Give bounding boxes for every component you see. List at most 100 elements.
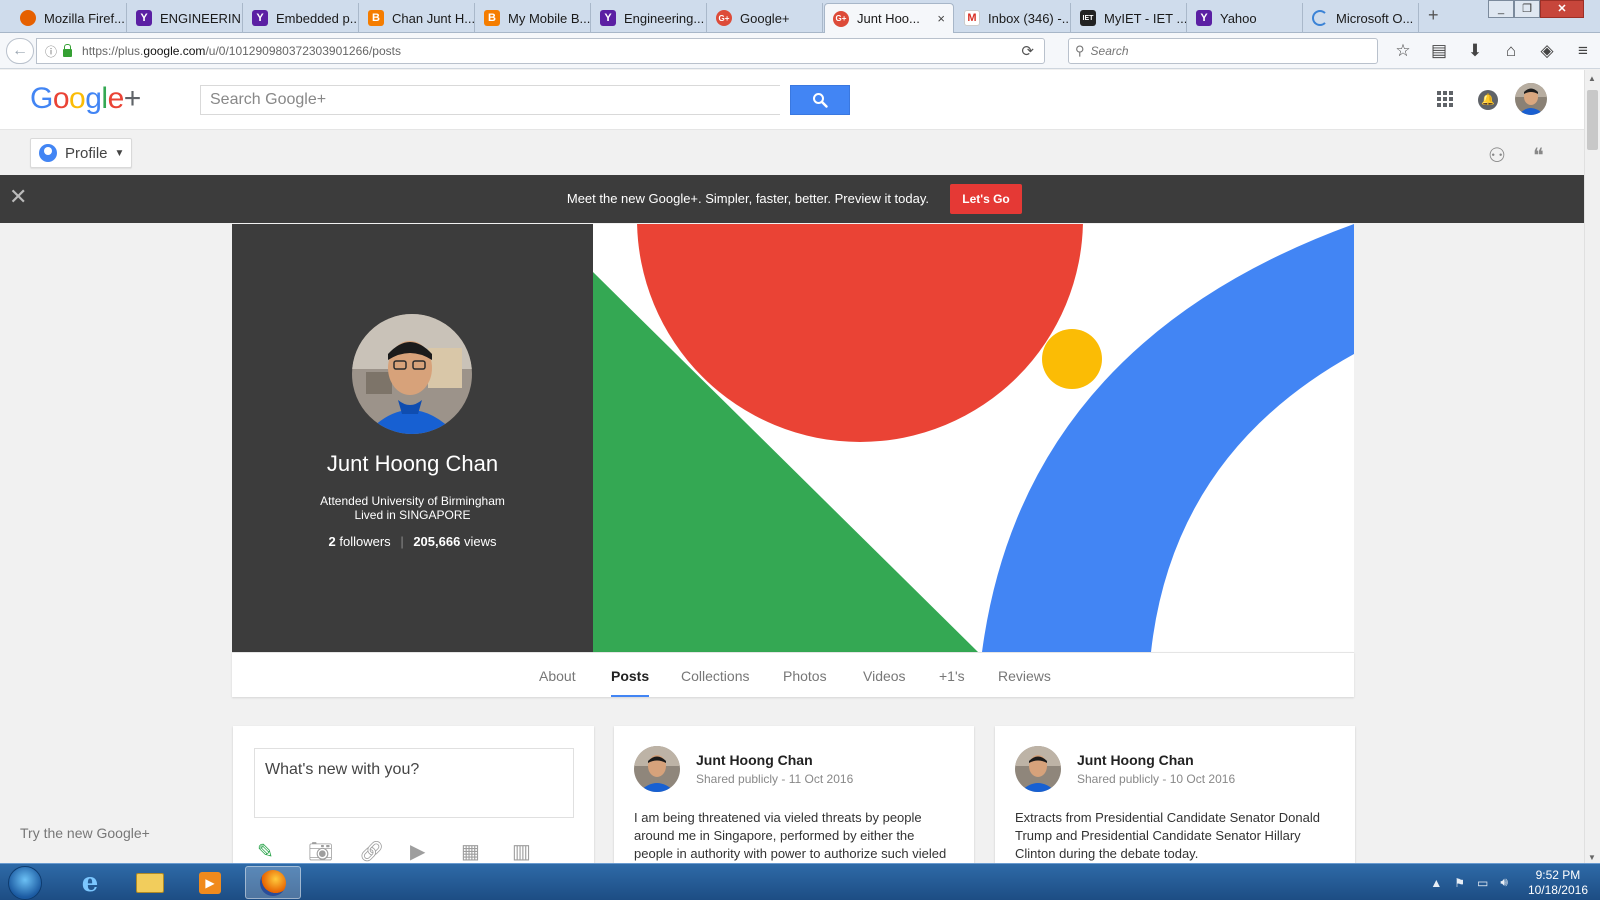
browser-tab[interactable]: Microsoft O... — [1304, 3, 1419, 33]
google-plus-logo[interactable]: Google+ — [30, 82, 141, 116]
profile-dropdown-button[interactable]: Profile ▼ — [30, 138, 132, 168]
poll-icon[interactable]: ▥ — [512, 839, 563, 864]
tab-posts[interactable]: Posts — [611, 668, 650, 697]
browser-tab-active[interactable]: G+ Junt Hoo... × — [824, 3, 954, 33]
download-icon[interactable]: ⬇ — [1457, 38, 1493, 64]
cover-yellow-dot — [1042, 329, 1102, 389]
post-date[interactable]: 11 Oct 2016 — [789, 772, 854, 786]
flag-icon[interactable]: ⚑ — [1454, 876, 1465, 890]
tab-label: Yahoo — [1220, 10, 1257, 26]
clock[interactable]: 9:52 PM 10/18/2016 — [1528, 868, 1588, 898]
iet-icon: IET — [1080, 10, 1096, 26]
gplus-search-box[interactable] — [200, 85, 780, 115]
internet-explorer-icon[interactable]: e — [62, 866, 118, 899]
browser-tab[interactable]: Mozilla Firef... — [12, 3, 127, 33]
info-icon[interactable]: ⓘ — [45, 43, 57, 60]
tab-collections[interactable]: Collections — [681, 668, 749, 684]
notifications-bell-icon[interactable]: 🔔 — [1478, 90, 1498, 110]
tab-plus-ones[interactable]: +1's — [939, 668, 965, 684]
profile-info-panel: Junt Hoong Chan Attended University of B… — [232, 224, 593, 652]
loading-icon — [1312, 10, 1328, 26]
url-host: google.com — [143, 44, 206, 58]
tab-reviews[interactable]: Reviews — [998, 668, 1051, 684]
yahoo-icon: Y — [252, 10, 268, 26]
browser-tab[interactable]: M Inbox (346) -... — [956, 3, 1071, 33]
browser-tab[interactable]: G+ Google+ — [708, 3, 823, 33]
avatar-photo — [1515, 83, 1547, 115]
url-text[interactable]: https://plus.google.com/u/0/101290980372… — [82, 44, 401, 58]
home-icon[interactable]: ⌂ — [1493, 38, 1529, 64]
video-icon[interactable]: ▶ — [410, 839, 461, 864]
tab-about[interactable]: About — [539, 668, 576, 684]
browser-tab[interactable]: B My Mobile B... — [476, 3, 591, 33]
volume-icon[interactable]: 🔊︎ — [1500, 875, 1508, 890]
url-bar[interactable]: ⓘ https://plus.google.com/u/0/1012909803… — [36, 38, 1045, 64]
apps-grid-icon[interactable] — [1437, 91, 1453, 107]
menu-icon[interactable]: ≡ — [1565, 38, 1600, 64]
tray-expand-icon[interactable]: ▲ — [1430, 876, 1442, 890]
tab-label: Google+ — [740, 10, 790, 26]
close-window-icon[interactable]: ✕ — [1540, 0, 1584, 18]
tab-label: Engineering... — [624, 10, 705, 26]
browser-tab[interactable]: Y Engineering... — [592, 3, 707, 33]
post-author-avatar[interactable] — [634, 746, 680, 792]
try-new-gplus-link[interactable]: Try the new Google+ — [20, 825, 150, 841]
hangouts-icon[interactable]: ❝ — [1533, 143, 1544, 168]
tab-photos[interactable]: Photos — [783, 668, 827, 684]
cover-photo[interactable] — [593, 224, 1354, 652]
pocket-icon[interactable]: ◈ — [1529, 38, 1565, 64]
views-label: views — [463, 534, 497, 549]
new-tab-button[interactable]: + — [1428, 5, 1439, 26]
back-arrow-icon[interactable]: ← — [6, 38, 34, 64]
post-author[interactable]: Junt Hoong Chan — [696, 752, 813, 768]
link-icon[interactable]: 🔗︎ — [359, 839, 410, 864]
yahoo-icon: Y — [136, 10, 152, 26]
browser-search-input[interactable] — [1090, 44, 1351, 58]
pencil-icon[interactable]: ✎ — [257, 839, 308, 864]
post-date[interactable]: 10 Oct 2016 — [1170, 772, 1235, 786]
post-author[interactable]: Junt Hoong Chan — [1077, 752, 1194, 768]
browser-tab[interactable]: B Chan Junt H... — [360, 3, 475, 33]
post-author-avatar[interactable] — [1015, 746, 1061, 792]
close-tab-icon[interactable]: × — [937, 11, 945, 26]
reload-icon[interactable]: ⟳ — [1021, 42, 1034, 60]
scroll-down-icon[interactable]: ▼ — [1588, 853, 1596, 862]
media-player-icon[interactable]: ▶ — [182, 866, 238, 899]
browser-tab[interactable]: IET MyIET - IET ... — [1072, 3, 1187, 33]
followers-count[interactable]: 2 — [329, 534, 336, 549]
event-icon[interactable]: ▦ — [461, 839, 512, 864]
browser-tab[interactable]: Y ENGINEERIN... — [128, 3, 243, 33]
lets-go-button[interactable]: Let's Go — [950, 184, 1022, 214]
scrollbar-thumb[interactable] — [1587, 90, 1598, 150]
firefox-taskbar-icon[interactable] — [245, 866, 301, 899]
gplus-search-input[interactable] — [201, 86, 780, 114]
search-icon: ⚲ — [1075, 43, 1085, 58]
scroll-up-icon[interactable]: ▲ — [1588, 74, 1596, 83]
windows-start-icon[interactable] — [8, 866, 42, 900]
reading-list-icon[interactable]: ▤ — [1421, 38, 1457, 64]
browser-search-box[interactable]: ⚲ — [1068, 38, 1378, 64]
chevron-down-icon: ▼ — [114, 147, 125, 159]
account-avatar[interactable] — [1515, 83, 1547, 115]
restore-icon[interactable]: ❐ — [1514, 0, 1540, 18]
blogger-icon: B — [484, 10, 500, 26]
camera-icon[interactable]: 📷︎ — [308, 839, 359, 864]
gplus-sub-bar: Profile ▼ ⚇ ❝ — [0, 130, 1584, 175]
bookmark-star-icon[interactable]: ☆ — [1385, 38, 1421, 64]
page-scrollbar[interactable]: ▲ ▼ — [1584, 70, 1600, 866]
browser-tab[interactable]: Y Embedded p... — [244, 3, 359, 33]
browser-tab[interactable]: Y Yahoo — [1188, 3, 1303, 33]
file-explorer-icon[interactable] — [122, 866, 178, 899]
composer-input[interactable]: What's new with you? — [254, 748, 574, 818]
gplus-search-button[interactable] — [790, 85, 850, 115]
followers-label[interactable]: followers — [339, 534, 390, 549]
communities-icon[interactable]: ⚇ — [1488, 143, 1506, 168]
window-controls: _ ❐ ✕ — [1488, 0, 1584, 18]
network-icon[interactable]: ▭ — [1477, 876, 1488, 890]
windows-taskbar: e ▶ ▲ ⚑ ▭ 🔊︎ 9:52 PM 10/18/2016 — [0, 863, 1600, 900]
toolbar-icons: ☆ ▤ ⬇ ⌂ ◈ ≡ — [1385, 38, 1600, 64]
minimize-icon[interactable]: _ — [1488, 0, 1514, 18]
post-meta: Shared publicly - 10 Oct 2016 — [1077, 772, 1235, 786]
profile-photo[interactable] — [352, 314, 472, 434]
tab-videos[interactable]: Videos — [863, 668, 906, 684]
